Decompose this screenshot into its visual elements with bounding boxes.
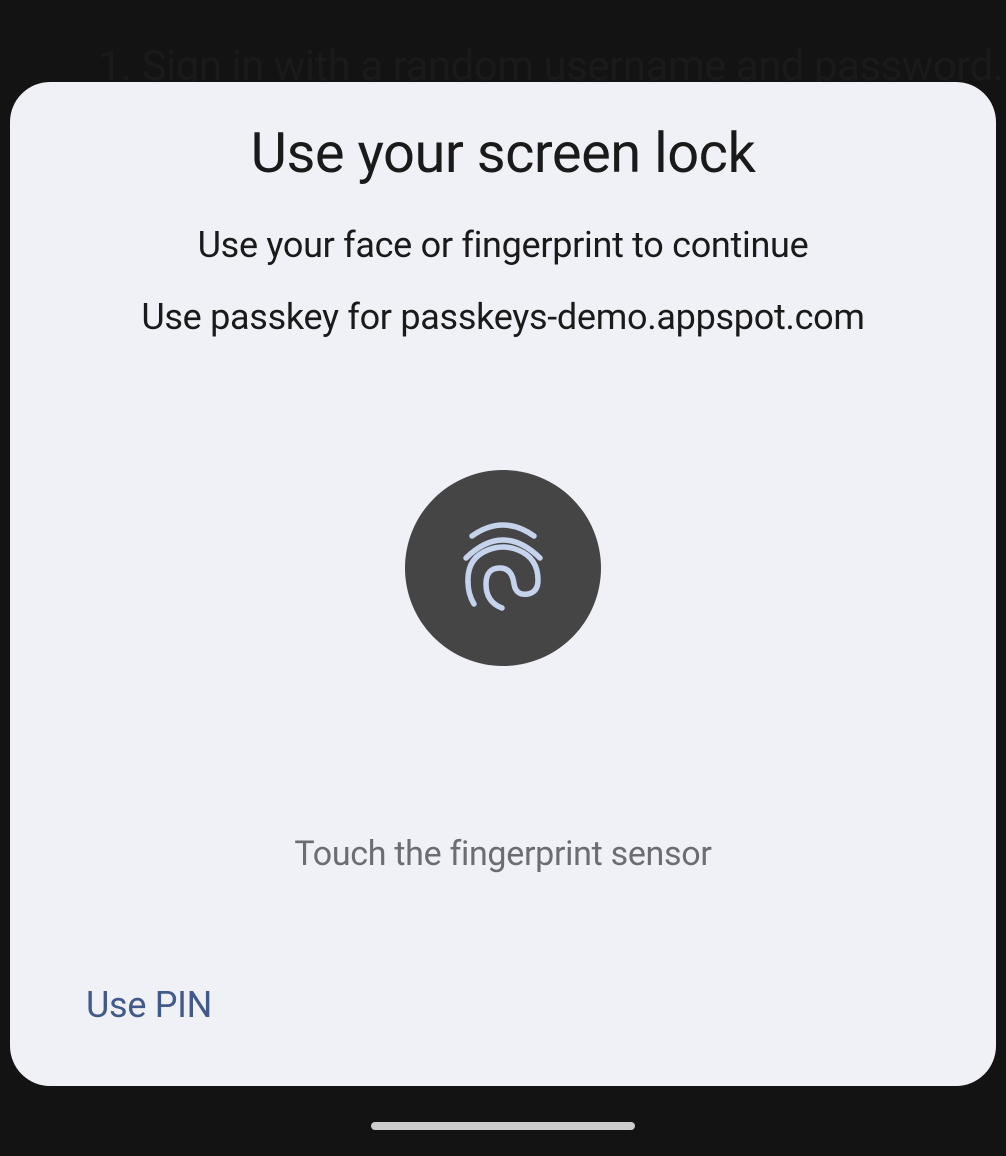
- dialog-subtitle: Use your face or fingerprint to continue: [198, 224, 809, 266]
- passkey-domain-text: Use passkey for passkeys-demo.appspot.co…: [141, 296, 864, 338]
- dialog-title: Use your screen lock: [251, 120, 756, 186]
- fingerprint-icon: [458, 520, 548, 616]
- navigation-bar-handle[interactable]: [371, 1122, 635, 1130]
- fingerprint-sensor[interactable]: [405, 470, 601, 666]
- use-pin-button[interactable]: Use PIN: [86, 984, 212, 1026]
- fingerprint-instruction: Touch the fingerprint sensor: [294, 834, 711, 874]
- screen-lock-dialog: Use your screen lock Use your face or fi…: [10, 82, 996, 1086]
